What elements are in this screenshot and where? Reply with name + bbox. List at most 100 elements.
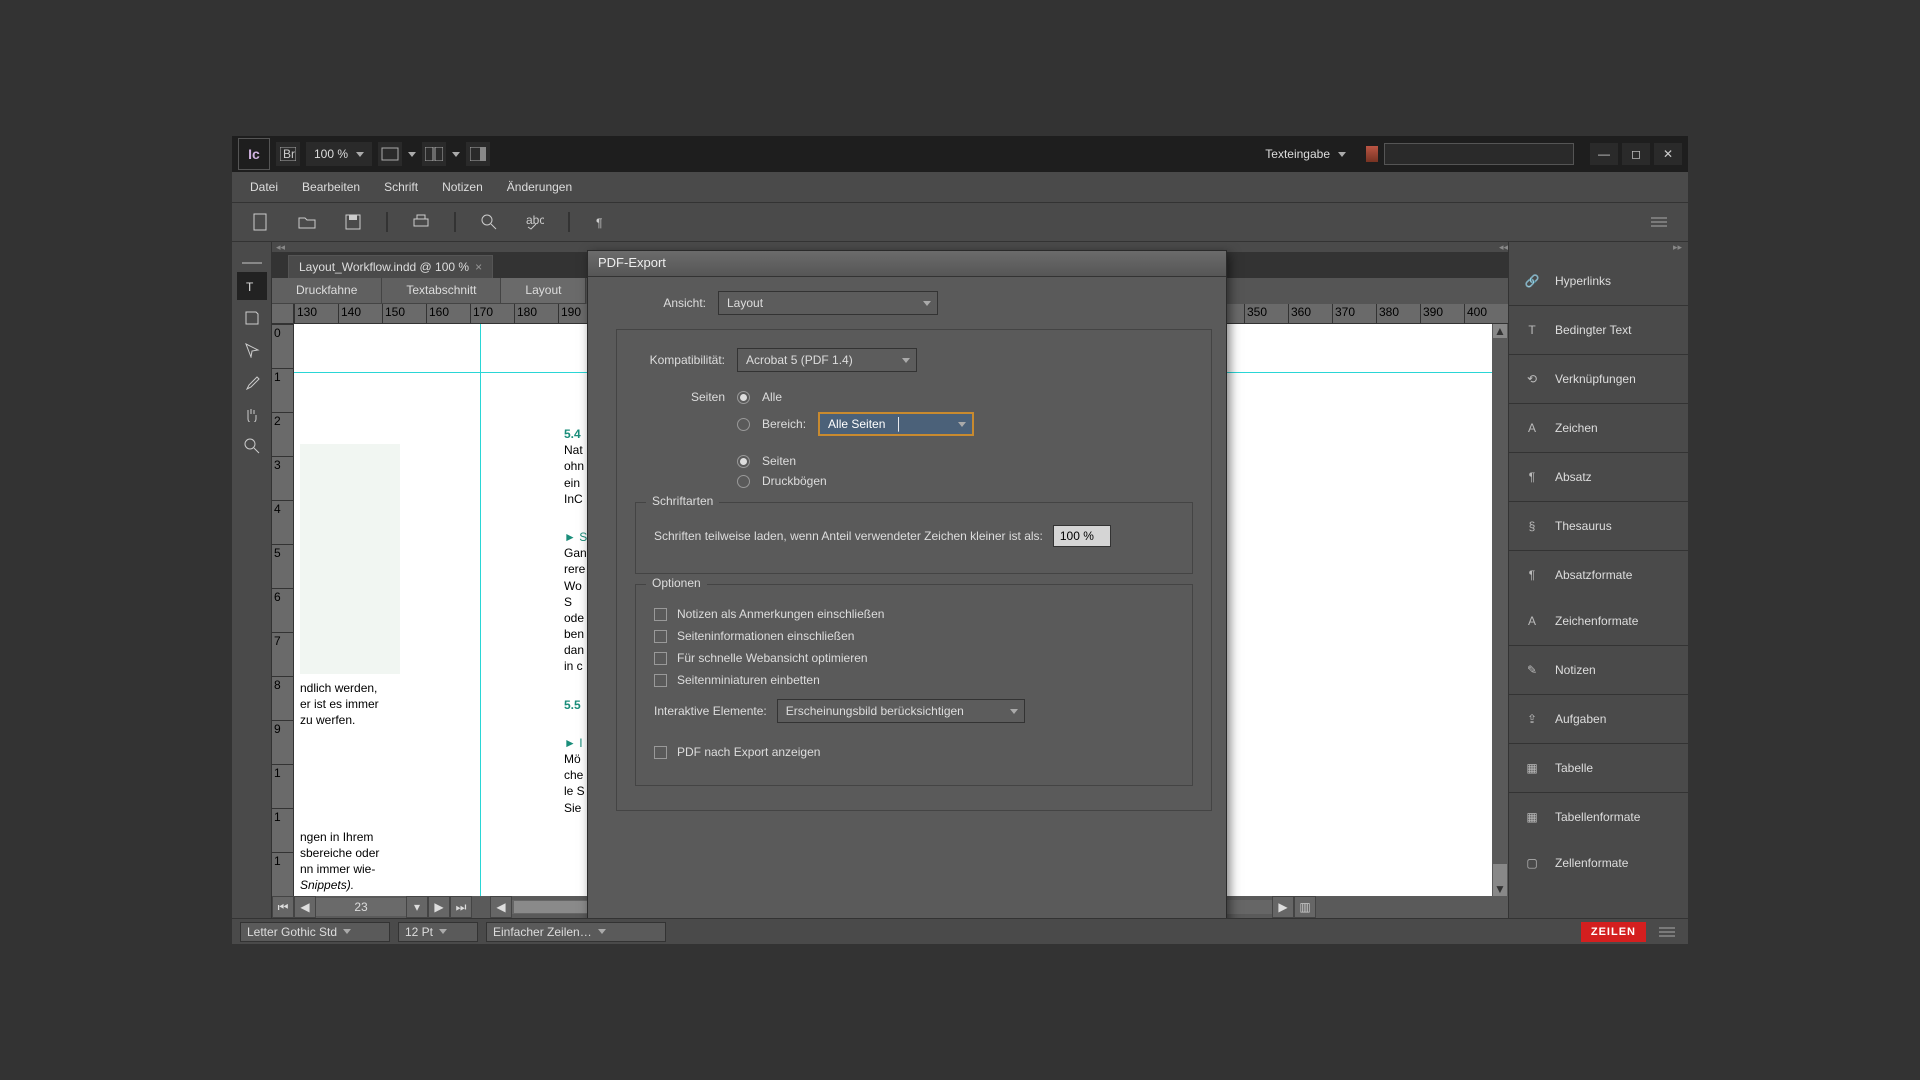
fonts-threshold-input[interactable]: 100 % [1053, 525, 1111, 547]
page-number-input[interactable]: 23 [316, 898, 406, 916]
save-icon[interactable] [340, 209, 366, 235]
menu-schrift[interactable]: Schrift [372, 174, 430, 200]
font-combo[interactable]: Letter Gothic Std [240, 922, 390, 942]
vertical-scrollbar[interactable]: ▲ ▼ [1492, 324, 1508, 896]
panel-zellenformate[interactable]: ▢Zellenformate [1509, 840, 1688, 886]
menu-bearbeiten[interactable]: Bearbeiten [290, 174, 372, 200]
bridge-icon[interactable]: Br [276, 142, 300, 166]
last-page-icon[interactable]: ⏭ [450, 896, 472, 918]
menubar: Datei Bearbeiten Schrift Notizen Änderun… [232, 172, 1688, 202]
view-label: Ansicht: [616, 296, 706, 310]
maximize-button[interactable]: ◻ [1622, 143, 1650, 165]
radio-pages[interactable] [737, 455, 750, 468]
chk-notes[interactable] [654, 608, 667, 621]
caret-down-icon [343, 929, 351, 934]
chk-open-after[interactable] [654, 746, 667, 759]
toolbar: abc ¶ [232, 202, 1688, 242]
close-button[interactable]: ✕ [1654, 143, 1682, 165]
search-brick-icon [1366, 146, 1378, 162]
panel-verknuepfungen[interactable]: ⟲Verknüpfungen [1509, 356, 1688, 402]
arrange-icon[interactable] [422, 142, 446, 166]
scroll-up-icon[interactable]: ▲ [1493, 324, 1507, 338]
compat-label: Kompatibilität: [635, 353, 725, 367]
page-caret-icon[interactable]: ▾ [406, 896, 428, 918]
panel-notizen[interactable]: ✎Notizen [1509, 647, 1688, 693]
panel-tabellenformate[interactable]: ▦Tabellenformate [1509, 794, 1688, 840]
next-page-icon[interactable]: ▶ [428, 896, 450, 918]
panel-thesaurus[interactable]: §Thesaurus [1509, 503, 1688, 549]
zoom-combo[interactable]: 100 % [306, 142, 372, 166]
menu-datei[interactable]: Datei [238, 174, 290, 200]
new-doc-icon[interactable] [248, 209, 274, 235]
radio-range[interactable] [737, 418, 750, 431]
scroll-thumb[interactable] [1493, 864, 1507, 884]
view-combo[interactable]: Layout [718, 291, 938, 315]
collapse-icon[interactable]: ▸▸ [1673, 242, 1682, 252]
hscroll-right-icon[interactable]: ▶ [1272, 896, 1294, 918]
zoom-tool-icon[interactable] [237, 432, 267, 460]
close-tab-icon[interactable]: × [475, 260, 482, 274]
caret-down-icon [452, 152, 460, 157]
position-tool-icon[interactable] [237, 336, 267, 364]
caret-down-icon [923, 301, 931, 306]
menu-notizen[interactable]: Notizen [430, 174, 495, 200]
tab-druckfahne[interactable]: Druckfahne [272, 278, 382, 304]
minimize-button[interactable]: — [1590, 143, 1618, 165]
search-input[interactable] [1384, 143, 1574, 165]
compat-combo[interactable]: Acrobat 5 (PDF 1.4) [737, 348, 917, 372]
collapse-icon[interactable]: ◂◂ [276, 242, 285, 253]
tab-layout[interactable]: Layout [501, 278, 586, 304]
assignments-icon: ⇪ [1521, 708, 1543, 730]
prev-page-icon[interactable]: ◀ [294, 896, 316, 918]
interactive-combo[interactable]: Erscheinungsbild berücksichtigen [777, 699, 1025, 723]
panel-absatzformate[interactable]: ¶Absatzformate [1509, 552, 1688, 598]
hand-tool-icon[interactable] [237, 400, 267, 428]
pilcrow-icon[interactable]: ¶ [590, 209, 616, 235]
panel-tabelle[interactable]: ▦Tabelle [1509, 745, 1688, 791]
hscroll-left-icon[interactable]: ◀ [490, 896, 512, 918]
eyedropper-tool-icon[interactable] [237, 368, 267, 396]
ruler-vertical: 0 1 2 3 4 5 6 7 8 9 1 1 1 [272, 324, 294, 896]
caret-down-icon [1338, 152, 1346, 157]
spellcheck-icon[interactable]: abc [522, 209, 548, 235]
note-tool-icon[interactable] [237, 304, 267, 332]
collapse-icon[interactable] [242, 262, 262, 268]
radio-spreads[interactable] [737, 475, 750, 488]
caret-down-icon [958, 422, 966, 427]
chk-pageinfo[interactable] [654, 630, 667, 643]
options-fieldset: Optionen Notizen als Anmerkungen einschl… [635, 584, 1193, 786]
tab-textabschnitt[interactable]: Textabschnitt [382, 278, 501, 304]
style-combo[interactable]: Einfacher Zeilen… [486, 922, 666, 942]
screen-mode-icon[interactable] [378, 142, 402, 166]
radio-all[interactable] [737, 391, 750, 404]
document-tab[interactable]: Layout_Workflow.indd @ 100 %× [288, 255, 493, 278]
split-view-icon[interactable]: ▥ [1294, 896, 1316, 918]
radio-all-label: Alle [762, 390, 782, 404]
first-page-icon[interactable]: ⏮ [272, 896, 294, 918]
cellstyles-icon: ▢ [1521, 852, 1543, 874]
workspace-switcher[interactable]: Texteingabe [1265, 147, 1346, 161]
panel-absatz[interactable]: ¶Absatz [1509, 454, 1688, 500]
workspace-icon[interactable] [466, 142, 490, 166]
chk-fastweb[interactable] [654, 652, 667, 665]
panel-zeichenformate[interactable]: AZeichenformate [1509, 598, 1688, 644]
print-icon[interactable] [408, 209, 434, 235]
menu-icon[interactable] [1646, 209, 1672, 235]
open-icon[interactable] [294, 209, 320, 235]
panel-zeichen[interactable]: AZeichen [1509, 405, 1688, 451]
panel-aufgaben[interactable]: ⇪Aufgaben [1509, 696, 1688, 742]
collapse-icon[interactable]: ◂◂ [1499, 242, 1508, 253]
type-tool-icon[interactable]: T [237, 272, 267, 300]
app-window: Ic Br 100 % Texteingabe — ◻ ✕ Datei Bear… [232, 136, 1688, 944]
scroll-down-icon[interactable]: ▼ [1493, 882, 1507, 896]
menu-aenderungen[interactable]: Änderungen [495, 174, 584, 200]
panel-hyperlinks[interactable]: 🔗Hyperlinks [1509, 252, 1688, 304]
menu-icon[interactable] [1654, 919, 1680, 945]
chk-thumbs[interactable] [654, 674, 667, 687]
table-icon: ▦ [1521, 757, 1543, 779]
caret-down-icon [598, 929, 606, 934]
range-combo[interactable]: Alle Seiten│ [818, 412, 974, 436]
panel-bedingter-text[interactable]: TBedingter Text [1509, 307, 1688, 353]
search-icon[interactable] [476, 209, 502, 235]
size-combo[interactable]: 12 Pt [398, 922, 478, 942]
